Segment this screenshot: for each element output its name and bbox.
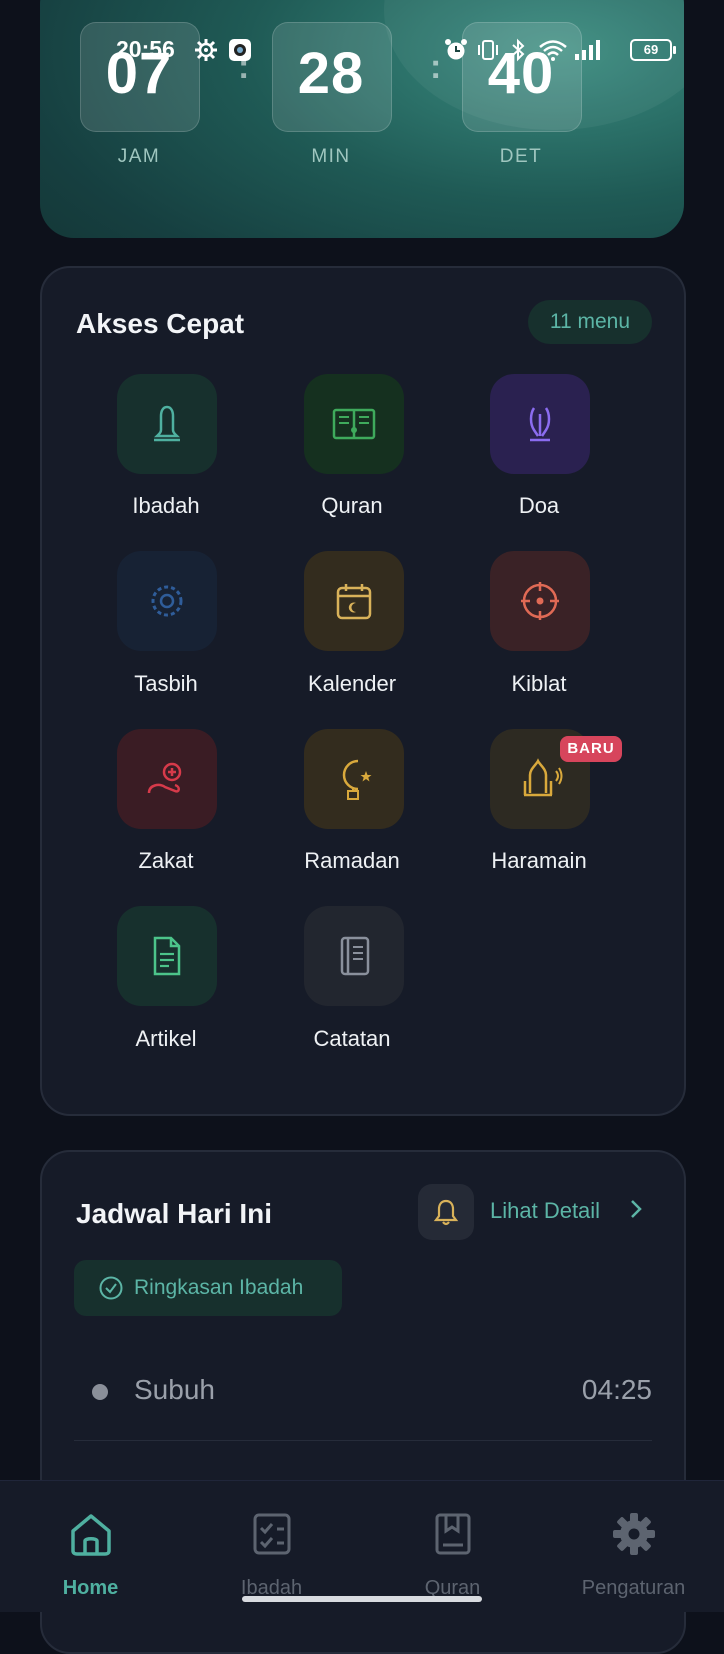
kiblat-label: Kiblat — [511, 671, 567, 696]
kalender-label: Kalender — [307, 671, 397, 696]
summary-label: Ringkasan Ibadah — [134, 1276, 304, 1299]
minutes-label: MIN — [311, 146, 351, 167]
divider — [74, 1440, 652, 1441]
new-badge: BARU — [560, 736, 622, 762]
status-bar: 20:56 69 — [0, 36, 724, 66]
bell-icon — [433, 1199, 459, 1226]
nav-label: Home — [62, 1577, 119, 1599]
ibadah-tile[interactable] — [117, 374, 217, 474]
app-notification-icon — [229, 39, 251, 61]
calendar-moon-icon — [336, 584, 372, 620]
doa-tile[interactable] — [490, 374, 590, 474]
battery-indicator: 69 — [630, 39, 676, 61]
catatan-label: Catatan — [313, 1026, 391, 1051]
home-indicator[interactable] — [242, 1596, 482, 1602]
gear-icon — [612, 1513, 655, 1555]
check-circle-icon — [99, 1276, 123, 1300]
nav-home[interactable]: Home — [0, 1481, 181, 1612]
chevron-right-icon[interactable] — [626, 1194, 646, 1224]
see-detail-link[interactable]: Lihat Detail — [490, 1198, 600, 1224]
bluetooth-icon — [512, 38, 525, 62]
compass-icon — [521, 582, 559, 620]
bottom-navigation: Home Ibadah Quran Pengaturan — [0, 1480, 724, 1612]
notebook-icon — [340, 936, 370, 976]
worship-summary-button[interactable]: Ringkasan Ibadah — [74, 1260, 342, 1316]
section-title: Akses Cepat — [76, 308, 245, 339]
ramadan-label: Ramadan — [304, 848, 400, 873]
seconds-label: DET — [499, 146, 543, 167]
mosque-broadcast-icon — [523, 758, 563, 797]
zakat-label: Zakat — [138, 848, 194, 873]
signal-icon — [575, 40, 600, 60]
nav-settings[interactable]: Pengaturan — [543, 1481, 724, 1612]
nav-label: Pengaturan — [581, 1577, 686, 1599]
coin-hand-icon — [147, 762, 182, 794]
quran-tile[interactable] — [304, 374, 404, 474]
gear-icon — [195, 39, 217, 61]
notification-button[interactable] — [418, 1184, 474, 1240]
document-icon — [153, 936, 181, 976]
kalender-tile[interactable] — [304, 551, 404, 651]
tasbih-label: Tasbih — [134, 671, 198, 696]
nav-quran[interactable]: Quran — [362, 1481, 543, 1612]
prayer-name: Subuh — [134, 1374, 215, 1405]
catatan-tile[interactable] — [304, 906, 404, 1006]
menu-count-badge: 11 menu — [527, 300, 652, 344]
hours-label: JAM — [117, 146, 161, 167]
checklist-icon — [253, 1513, 290, 1555]
wifi-icon — [539, 40, 567, 61]
ramadan-tile[interactable] — [304, 729, 404, 829]
bell-icon — [153, 405, 181, 442]
artikel-label: Artikel — [135, 1026, 197, 1051]
doa-label: Doa — [518, 493, 560, 518]
prayer-time: 04:25 — [581, 1374, 652, 1405]
status-time: 20:56 — [116, 36, 175, 62]
haramain-label: Haramain — [491, 848, 587, 873]
open-book-icon — [332, 408, 376, 440]
home-icon — [70, 1514, 111, 1556]
prayer-beads-icon — [151, 585, 183, 617]
artikel-tile[interactable] — [117, 906, 217, 1006]
book-icon — [435, 1513, 470, 1555]
prayer-status-dot — [92, 1384, 108, 1400]
zakat-tile[interactable] — [117, 729, 217, 829]
section-title: Jadwal Hari Ini — [76, 1198, 273, 1229]
kiblat-tile[interactable] — [490, 551, 590, 651]
praying-hands-icon — [529, 407, 551, 442]
quran-label: Quran — [321, 493, 383, 518]
vibrate-icon — [478, 40, 498, 60]
nav-ibadah[interactable]: Ibadah — [181, 1481, 362, 1612]
ibadah-label: Ibadah — [132, 493, 200, 518]
alarm-icon — [445, 39, 467, 60]
tasbih-tile[interactable] — [117, 551, 217, 651]
crescent-star-icon — [342, 759, 372, 800]
